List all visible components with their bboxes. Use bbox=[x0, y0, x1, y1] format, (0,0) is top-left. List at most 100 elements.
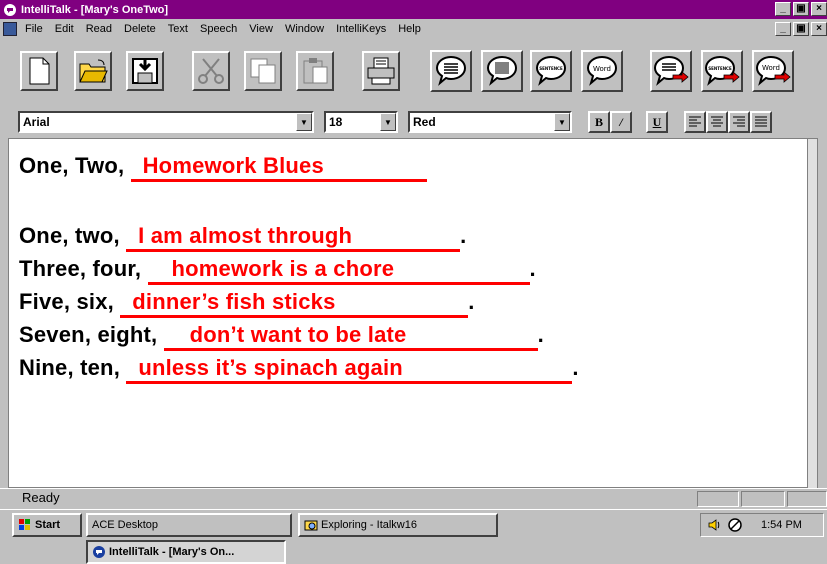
justify-icon bbox=[755, 116, 767, 127]
open-folder-button[interactable] bbox=[74, 51, 112, 91]
answer-blank[interactable]: Homework Blues bbox=[130, 153, 427, 182]
color-dropdown-arrow-icon[interactable]: ▼ bbox=[554, 113, 570, 131]
speech-bubble-lines-arrow-icon bbox=[653, 55, 689, 86]
clock[interactable]: 1:54 PM bbox=[761, 519, 802, 531]
cut-button[interactable] bbox=[192, 51, 230, 91]
color-combo[interactable]: Red ▼ bbox=[408, 111, 572, 133]
answer-blank[interactable]: don’t want to be late bbox=[163, 322, 538, 351]
menu-text[interactable]: Text bbox=[168, 23, 188, 35]
close-button[interactable]: × bbox=[811, 2, 827, 16]
speech-bubble-word-arrow-icon: Word bbox=[755, 55, 791, 86]
font-dropdown-arrow-icon[interactable]: ▼ bbox=[296, 113, 312, 131]
task-exploring[interactable]: Exploring - Italkw16 bbox=[298, 513, 498, 537]
menu-read[interactable]: Read bbox=[86, 23, 112, 35]
answer-blank[interactable]: I am almost through bbox=[126, 223, 461, 252]
status-pane bbox=[741, 491, 785, 507]
save-button[interactable] bbox=[126, 51, 164, 91]
speak-next-sentence-button[interactable] bbox=[650, 50, 692, 92]
align-center-button[interactable] bbox=[706, 111, 728, 133]
line-suffix: . bbox=[537, 322, 544, 347]
restore-button[interactable]: ▣ bbox=[793, 2, 809, 16]
speaker-icon[interactable] bbox=[707, 517, 723, 533]
underline-button[interactable]: U bbox=[646, 111, 668, 133]
paste-button[interactable] bbox=[296, 51, 334, 91]
scissors-icon bbox=[198, 58, 224, 84]
save-icon bbox=[132, 58, 158, 84]
italic-button[interactable]: / bbox=[610, 111, 632, 133]
menu-help[interactable]: Help bbox=[398, 23, 421, 35]
vertical-scrollbar[interactable] bbox=[807, 139, 817, 489]
poem-line: Seven, eight, don’t want to be late. bbox=[19, 322, 544, 351]
document-editor[interactable]: One, Two, Homework Blues One, two, I am … bbox=[8, 138, 818, 489]
menu-intellikeys[interactable]: IntelliKeys bbox=[336, 23, 386, 35]
status-text: Ready bbox=[22, 490, 60, 505]
system-tray: 1:54 PM bbox=[700, 513, 824, 537]
answer-blank[interactable]: unless it’s spinach again bbox=[126, 355, 573, 384]
menu-view[interactable]: View bbox=[249, 23, 273, 35]
paste-icon bbox=[303, 58, 328, 84]
intellitalk-app-icon[interactable] bbox=[3, 3, 17, 17]
color-value: Red bbox=[413, 115, 436, 129]
line-prefix: Three, four, bbox=[19, 256, 148, 281]
sentence-arrow-icon-label: SENTENCE bbox=[708, 66, 732, 71]
size-combo[interactable]: 18 ▼ bbox=[324, 111, 398, 133]
line-prefix: Seven, eight, bbox=[19, 322, 164, 347]
word-icon-label: Word bbox=[593, 65, 611, 73]
copy-icon bbox=[250, 58, 276, 84]
align-center-icon bbox=[711, 116, 723, 127]
doc-restore-button[interactable]: ▣ bbox=[793, 22, 809, 36]
menu-file[interactable]: File bbox=[25, 23, 43, 35]
size-value: 18 bbox=[329, 115, 343, 129]
speak-next-label-button[interactable]: SENTENCE bbox=[701, 50, 743, 92]
size-dropdown-arrow-icon[interactable]: ▼ bbox=[380, 113, 396, 131]
word-arrow-icon-label: Word bbox=[762, 64, 780, 72]
document-icon[interactable] bbox=[3, 22, 17, 36]
align-right-button[interactable] bbox=[728, 111, 750, 133]
justify-button[interactable] bbox=[750, 111, 772, 133]
toolbar: SENTENCE Word SENTENCE Word bbox=[0, 40, 827, 102]
copy-button[interactable] bbox=[244, 51, 282, 91]
speak-sentence-label-button[interactable]: SENTENCE bbox=[530, 50, 572, 92]
status-pane bbox=[697, 491, 739, 507]
explorer-icon bbox=[304, 520, 318, 531]
menu-bar: File Edit Read Delete Text Speech View W… bbox=[0, 19, 827, 39]
speech-bubble-dense-icon bbox=[486, 55, 518, 86]
speak-word-button[interactable]: Word bbox=[581, 50, 623, 92]
answer-blank[interactable]: dinner’s fish sticks bbox=[120, 289, 469, 318]
task-ace-desktop[interactable]: ACE Desktop bbox=[86, 513, 292, 537]
task-intellitalk[interactable]: IntelliTalk - [Mary's On... bbox=[86, 540, 286, 564]
format-bar: Arial ▼ 18 ▼ Red ▼ B / U bbox=[0, 108, 827, 134]
window-title: IntelliTalk - [Mary's OneTwo] bbox=[21, 3, 169, 16]
menu-window[interactable]: Window bbox=[285, 23, 324, 35]
menu-delete[interactable]: Delete bbox=[124, 23, 156, 35]
align-left-button[interactable] bbox=[684, 111, 706, 133]
speech-bubble-word-icon: Word bbox=[586, 55, 618, 86]
line-prefix: Five, six, bbox=[19, 289, 121, 314]
print-button[interactable] bbox=[362, 51, 400, 91]
network-icon[interactable] bbox=[727, 517, 743, 533]
title-bar[interactable]: IntelliTalk - [Mary's OneTwo] _ ▣ × bbox=[0, 0, 827, 19]
doc-close-button[interactable]: × bbox=[811, 22, 827, 36]
speak-sentence-button[interactable] bbox=[430, 50, 472, 92]
task-label: IntelliTalk - [Mary's On... bbox=[109, 546, 235, 558]
start-button[interactable]: Start bbox=[12, 513, 82, 537]
speak-paragraph-button[interactable] bbox=[481, 50, 523, 92]
bold-button[interactable]: B bbox=[588, 111, 610, 133]
line-suffix: . bbox=[572, 355, 579, 380]
menu-edit[interactable]: Edit bbox=[55, 23, 74, 35]
new-document-button[interactable] bbox=[20, 51, 58, 91]
task-label: Exploring - Italkw16 bbox=[321, 519, 417, 531]
speak-next-word-button[interactable]: Word bbox=[752, 50, 794, 92]
poem-line: Nine, ten, unless it’s spinach again. bbox=[19, 355, 579, 384]
doc-minimize-button[interactable]: _ bbox=[775, 22, 791, 36]
speech-bubble-sentence-icon: SENTENCE bbox=[535, 55, 567, 86]
minimize-button[interactable]: _ bbox=[775, 2, 791, 16]
line-prefix: Nine, ten, bbox=[19, 355, 127, 380]
line-suffix: . bbox=[468, 289, 475, 314]
poem-line: Three, four, homework is a chore. bbox=[19, 256, 536, 285]
menu-speech[interactable]: Speech bbox=[200, 23, 237, 35]
speech-bubble-lines-icon bbox=[435, 55, 467, 86]
font-combo[interactable]: Arial ▼ bbox=[18, 111, 314, 133]
new-document-icon bbox=[29, 57, 50, 85]
answer-blank[interactable]: homework is a chore bbox=[147, 256, 530, 285]
